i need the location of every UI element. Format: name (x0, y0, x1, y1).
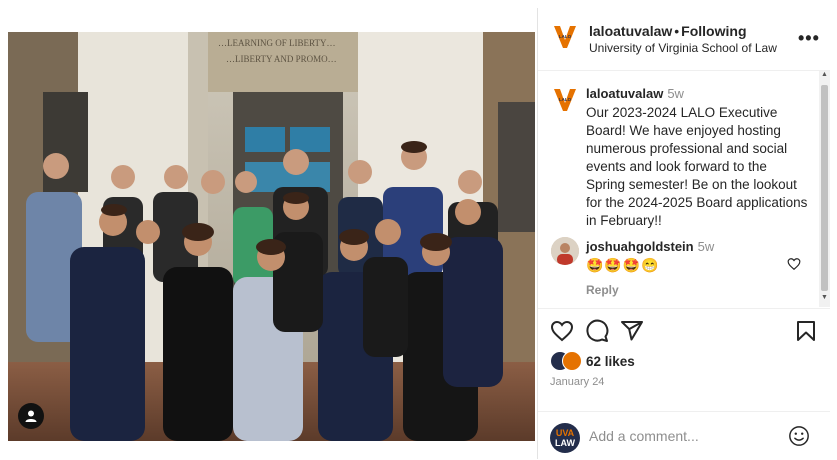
current-user-avatar[interactable]: UVA LAW (550, 423, 580, 453)
caption-username[interactable]: laloatuvalaw (586, 86, 663, 101)
post-date[interactable]: January 24 (550, 376, 604, 388)
liker-avatar (562, 351, 582, 371)
comments-scrollbar[interactable]: ▲ ▼ (819, 71, 830, 307)
comments-section: LALO laloatuvalaw 5w Our 2023-2024 LALO E… (538, 71, 818, 307)
bookmark-icon[interactable] (794, 319, 818, 343)
post-header: LALO laloatuvalaw • Following University o… (538, 8, 830, 71)
send-icon[interactable] (620, 319, 644, 343)
heart-icon[interactable] (550, 319, 574, 343)
post-photo: …LEARNING OF LIBERTY… …LIBERTY AND PROMO… (8, 32, 535, 441)
scroll-down-arrow-icon[interactable]: ▼ (819, 294, 830, 306)
group-photo-image: …LEARNING OF LIBERTY… …LIBERTY AND PROMO… (8, 32, 535, 441)
comment-username[interactable]: joshuahgoldstein (586, 239, 694, 254)
username-link[interactable]: laloatuvalaw (589, 23, 672, 39)
comment-header: joshuahgoldstein 5w (586, 239, 714, 254)
reply-button[interactable]: Reply (586, 283, 619, 297)
comment-like-heart-icon[interactable] (787, 257, 801, 271)
caption-text: Our 2023-2024 LALO Executive Board! We h… (586, 105, 808, 228)
location-link[interactable]: University of Virginia School of Law (589, 41, 777, 55)
emoji-icon[interactable] (788, 425, 810, 447)
add-comment-bar: UVA LAW (538, 411, 830, 460)
building-inscription: …LIBERTY AND PROMO… (226, 54, 337, 64)
likes-count[interactable]: 62 likes (586, 354, 635, 369)
post-sidebar: LALO laloatuvalaw • Following University o… (537, 8, 830, 459)
comment-input[interactable] (589, 426, 779, 446)
svg-text:LALO: LALO (559, 34, 572, 39)
user-tag-icon[interactable] (18, 403, 44, 429)
comment-text: 🤩🤩🤩😁 (586, 257, 660, 273)
commenter-avatar[interactable] (551, 237, 579, 265)
post-actions (538, 308, 830, 355)
scroll-thumb[interactable] (821, 85, 828, 291)
comment-icon[interactable] (585, 319, 609, 343)
following-button[interactable]: Following (681, 23, 746, 39)
caption-header: laloatuvalaw 5w (586, 86, 684, 101)
comment-time[interactable]: 5w (698, 239, 715, 254)
more-options-icon[interactable]: ••• (798, 28, 820, 49)
post-author: laloatuvalaw • Following (589, 23, 747, 39)
caption-author-avatar[interactable]: LALO (551, 86, 579, 114)
lalo-logo-avatar[interactable]: LALO (551, 23, 579, 51)
scroll-up-arrow-icon[interactable]: ▲ (819, 71, 830, 83)
svg-text:LALO: LALO (559, 97, 572, 102)
instagram-post-dialog: …LEARNING OF LIBERTY… …LIBERTY AND PROMO… (0, 0, 837, 459)
caption-time[interactable]: 5w (667, 86, 684, 101)
separator-dot: • (674, 23, 680, 39)
building-inscription: …LEARNING OF LIBERTY… (218, 38, 335, 48)
